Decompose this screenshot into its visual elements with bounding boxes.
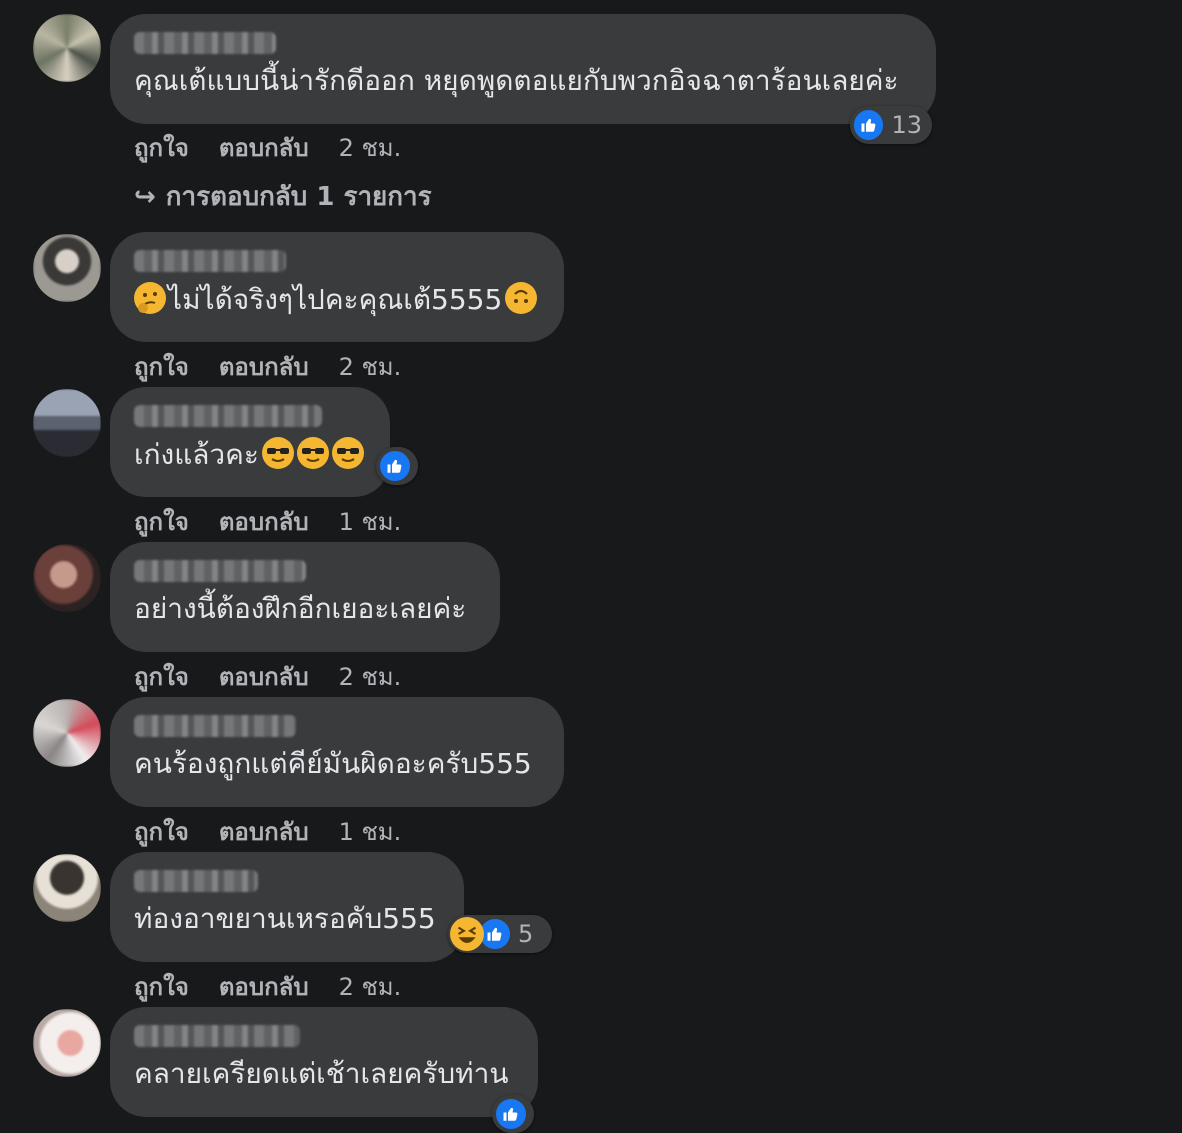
comment-actions: ถูกใจ ตอบกลับ 2 ชม. [134, 128, 431, 167]
avatar[interactable] [33, 699, 101, 767]
reply-link[interactable]: ตอบกลับ [219, 353, 309, 381]
thinking-face-icon [134, 282, 166, 314]
timestamp[interactable]: 2 ชม. [339, 663, 402, 691]
comment-actions: ถูกใจ ตอบกลับ 2 ชม. [134, 657, 431, 696]
commenter-name-blurred[interactable] [134, 560, 306, 582]
like-link[interactable]: ถูกใจ [134, 663, 189, 691]
view-replies-link[interactable]: ↪ การตอบกลับ 1 รายการ [134, 176, 432, 217]
commenter-name-blurred[interactable] [134, 1025, 300, 1047]
avatar[interactable] [33, 854, 101, 922]
like-link[interactable]: ถูกใจ [134, 818, 189, 846]
like-reaction-icon [494, 1097, 528, 1131]
reaction-summary[interactable]: 5 [448, 915, 552, 953]
like-reaction-icon [378, 449, 412, 483]
avatar[interactable] [33, 1009, 101, 1077]
commenter-name-blurred[interactable] [134, 250, 286, 272]
comment-bubble: คนร้องถูกแต่คีย์มันผิดอะครับ555 [110, 697, 564, 807]
comment-bubble: อย่างนี้ต้องฝึกอีกเยอะเลยค่ะ [110, 542, 500, 652]
avatar[interactable] [33, 544, 101, 612]
reply-link[interactable]: ตอบกลับ [219, 663, 309, 691]
replies-label: การตอบกลับ 1 รายการ [165, 182, 432, 212]
comment-text: คุณเต้แบบนี้น่ารักดีออก หยุดพูดตอแยกับพว… [134, 64, 899, 97]
comment-text: เก่งแล้วคะ [134, 437, 366, 472]
reaction-count: 5 [518, 920, 534, 948]
commenter-name-blurred[interactable] [134, 405, 322, 427]
comment-actions: ถูกใจ ตอบกลับ 2 ชม. [134, 967, 431, 1006]
like-link[interactable]: ถูกใจ [134, 353, 189, 381]
reply-link[interactable]: ตอบกลับ [219, 508, 309, 536]
timestamp[interactable]: 2 ชม. [339, 134, 402, 162]
comment-text: คนร้องถูกแต่คีย์มันผิดอะครับ555 [134, 747, 532, 780]
timestamp[interactable]: 2 ชม. [339, 353, 402, 381]
like-reaction-icon [852, 108, 886, 142]
sunglasses-face-icon [261, 437, 294, 469]
like-link[interactable]: ถูกใจ [134, 134, 189, 162]
commenter-name-blurred[interactable] [134, 32, 276, 54]
comment-text: อย่างนี้ต้องฝึกอีกเยอะเลยค่ะ [134, 592, 467, 625]
comment-actions: ถูกใจ ตอบกลับ 1 ชม. [134, 502, 431, 541]
timestamp[interactable]: 2 ชม. [339, 973, 402, 1001]
comment-bubble: คุณเต้แบบนี้น่ารักดีออก หยุดพูดตอแยกับพว… [110, 14, 936, 124]
comment-actions: ถูกใจ ตอบกลับ 2 ชม. [134, 347, 431, 386]
reply-arrow-icon: ↪ [134, 182, 156, 212]
reply-link[interactable]: ตอบกลับ [219, 134, 309, 162]
comment-bubble: คลายเครียดแต่เช้าเลยครับท่าน [110, 1007, 538, 1117]
reply-link[interactable]: ตอบกลับ [219, 973, 309, 1001]
commenter-name-blurred[interactable] [134, 715, 296, 737]
reaction-summary[interactable] [376, 447, 418, 485]
sunglasses-face-icon [296, 437, 329, 469]
upside-down-face-icon [505, 282, 538, 314]
timestamp[interactable]: 1 ชม. [339, 508, 402, 536]
reaction-count: 13 [891, 111, 922, 139]
laughing-face-icon [450, 917, 484, 951]
commenter-name-blurred[interactable] [134, 870, 258, 892]
comment-bubble: เก่งแล้วคะ [110, 387, 390, 497]
reaction-summary[interactable]: 13 [850, 106, 932, 144]
avatar[interactable] [33, 14, 101, 82]
comment-bubble: ไม่ได้จริงๆไปคะคุณเต้5555 [110, 232, 564, 342]
avatar[interactable] [33, 234, 101, 302]
avatar[interactable] [33, 389, 101, 457]
comment-actions: ถูกใจ ตอบกลับ 1 ชม. [134, 812, 431, 851]
like-link[interactable]: ถูกใจ [134, 508, 189, 536]
sunglasses-face-icon [331, 437, 364, 469]
reply-link[interactable]: ตอบกลับ [219, 818, 309, 846]
comment-text-content: เก่งแล้วคะ [134, 438, 259, 471]
reaction-summary[interactable] [492, 1095, 534, 1133]
comment-text: คลายเครียดแต่เช้าเลยครับท่าน [134, 1057, 509, 1090]
comment-text: ท่องอาขยานเหรอคับ555 [134, 902, 436, 935]
like-link[interactable]: ถูกใจ [134, 973, 189, 1001]
comment-bubble: ท่องอาขยานเหรอคับ555 [110, 852, 464, 962]
comment-text: ไม่ได้จริงๆไปคะคุณเต้5555 [134, 282, 540, 317]
comment-text-content: ไม่ได้จริงๆไปคะคุณเต้5555 [168, 283, 503, 316]
timestamp[interactable]: 1 ชม. [339, 818, 402, 846]
